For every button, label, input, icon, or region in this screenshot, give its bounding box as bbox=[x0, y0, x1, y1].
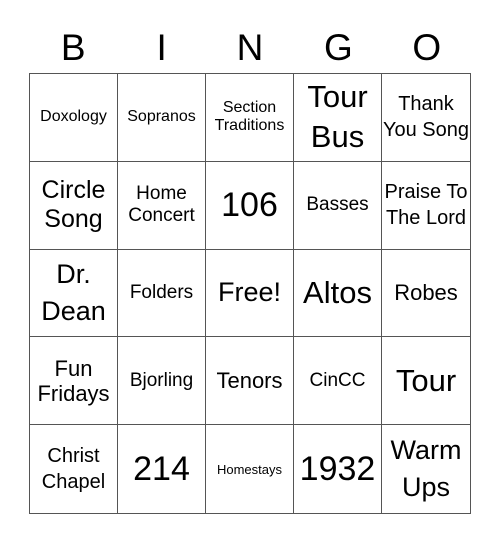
free-space-cell[interactable]: Free! bbox=[206, 249, 294, 338]
bingo-cell[interactable]: Dr. Dean bbox=[30, 249, 118, 338]
bingo-cell[interactable]: Altos bbox=[294, 249, 382, 338]
bingo-cell[interactable]: Praise To The Lord bbox=[382, 162, 470, 250]
header-letter-i: I bbox=[156, 27, 167, 68]
bingo-cell[interactable]: Tenors bbox=[206, 337, 294, 426]
bingo-cell[interactable]: Homestays bbox=[206, 425, 294, 513]
bingo-header: B I N G O bbox=[29, 26, 471, 70]
bingo-cell[interactable]: Folders bbox=[118, 249, 206, 338]
bingo-cell[interactable]: Sopranos bbox=[118, 74, 206, 162]
bingo-cell[interactable]: Robes bbox=[382, 250, 470, 338]
bingo-grid: Doxology Sopranos Section Traditions Tou… bbox=[29, 73, 471, 514]
header-letter-g: G bbox=[324, 27, 353, 68]
bingo-cell[interactable]: Tour bbox=[382, 337, 470, 426]
bingo-cell[interactable]: Section Traditions bbox=[206, 74, 294, 162]
bingo-cell[interactable]: Home Concert bbox=[118, 161, 206, 250]
bingo-cell[interactable]: CinCC bbox=[294, 337, 382, 426]
bingo-cell[interactable]: 214 bbox=[118, 425, 206, 513]
bingo-cell[interactable]: 1932 bbox=[294, 425, 382, 513]
bingo-cell[interactable]: Warm Ups bbox=[382, 425, 470, 513]
bingo-cell[interactable]: Circle Song bbox=[30, 161, 118, 250]
header-letter-b: B bbox=[60, 27, 86, 68]
bingo-cell[interactable]: Thank You Song bbox=[382, 74, 470, 162]
bingo-cell[interactable]: Bjorling bbox=[118, 337, 206, 426]
bingo-cell[interactable]: Fun Fridays bbox=[30, 337, 118, 426]
header-letter-o: O bbox=[412, 27, 442, 68]
header-letter-n: N bbox=[236, 27, 264, 68]
bingo-cell[interactable]: Doxology bbox=[30, 74, 118, 162]
bingo-cell[interactable]: 106 bbox=[206, 161, 294, 250]
bingo-cell[interactable]: Christ Chapel bbox=[30, 425, 118, 513]
bingo-cell[interactable]: Basses bbox=[294, 161, 382, 250]
bingo-cell[interactable]: Tour Bus bbox=[294, 74, 382, 162]
